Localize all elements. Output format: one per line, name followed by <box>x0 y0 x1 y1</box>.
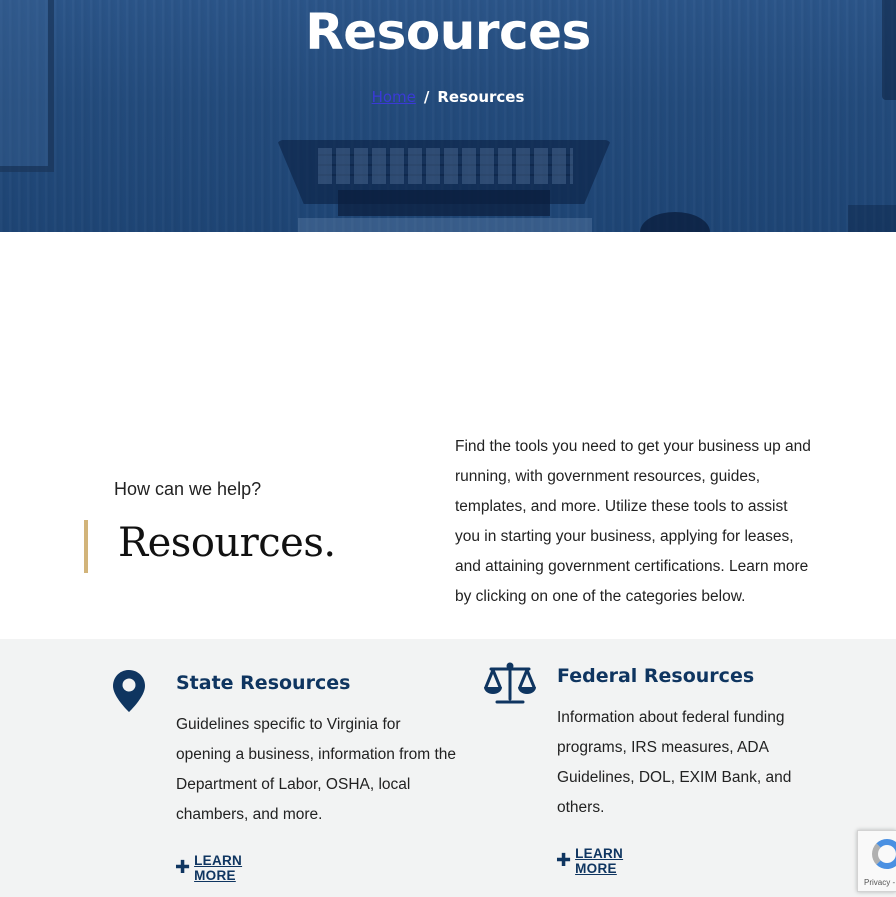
breadcrumb-separator: / <box>423 88 430 106</box>
state-learn-more-link[interactable]: ✚ LEARN MORE <box>175 853 245 883</box>
hero-banner: Resources Home / Resources <box>0 0 896 232</box>
intro-eyebrow: How can we help? <box>114 479 262 499</box>
title-accent-bar <box>84 520 88 573</box>
intro-description: Find the tools you need to get your busi… <box>455 438 811 605</box>
intro-title: Resources. <box>118 520 336 566</box>
resource-categories: State Resources Guidelines specific to V… <box>0 639 896 897</box>
plus-icon: ✚ <box>556 850 572 871</box>
hero-laptop-base <box>298 218 592 232</box>
hero-decor-object <box>848 205 896 232</box>
map-pin-icon <box>112 669 146 717</box>
learn-more-label: LEARN MORE <box>575 846 624 876</box>
federal-resources-title: Federal Resources <box>557 665 755 687</box>
recaptcha-icon <box>872 839 896 869</box>
federal-learn-more-link[interactable]: ✚ LEARN MORE <box>556 846 626 876</box>
breadcrumb: Home / Resources <box>0 88 896 106</box>
recaptcha-links[interactable]: Privacy - Terms <box>864 878 896 887</box>
state-resources-title: State Resources <box>176 672 351 694</box>
breadcrumb-home-link[interactable]: Home <box>372 88 416 106</box>
federal-resources-description: Information about federal funding progra… <box>557 709 792 816</box>
plus-icon: ✚ <box>175 857 191 878</box>
hero-laptop-keyboard <box>318 148 573 184</box>
scales-icon <box>483 661 537 709</box>
learn-more-label: LEARN MORE <box>194 853 243 883</box>
state-resources-description: Guidelines specific to Virginia for open… <box>176 716 457 823</box>
breadcrumb-current: Resources <box>437 88 525 106</box>
recaptcha-badge[interactable]: Privacy - Terms <box>857 830 896 892</box>
page-title: Resources <box>305 3 591 61</box>
hero-laptop-touchpad <box>338 190 550 216</box>
